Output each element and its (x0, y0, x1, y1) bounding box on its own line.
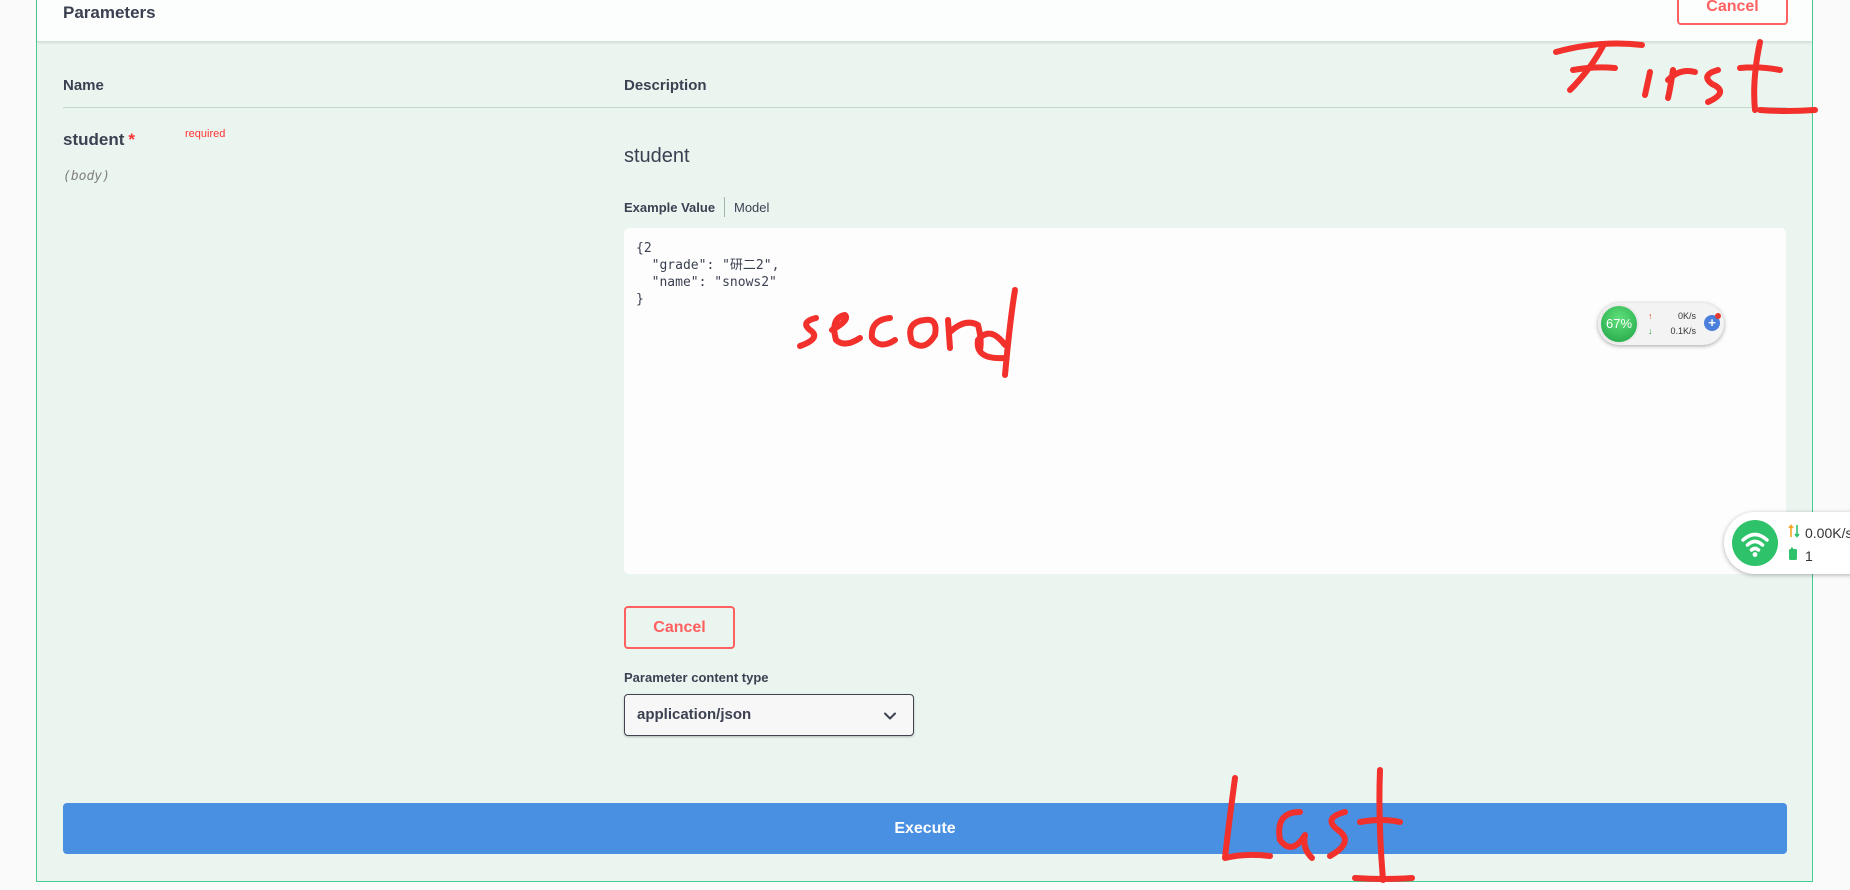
download-speed: 0.1K/s (1670, 326, 1696, 336)
tab-divider (724, 197, 725, 217)
parameters-header: Parameters Cancel (37, 0, 1812, 42)
header-divider (63, 107, 1787, 108)
wifi-device-row: 1 (1788, 547, 1813, 564)
wifi-device-count: 1 (1805, 548, 1813, 564)
arrow-down-icon: ↓ (1648, 326, 1653, 336)
parameter-location: (body) (63, 169, 110, 184)
parameter-name: student * (63, 130, 135, 150)
parameters-title: Parameters (63, 3, 156, 22)
content-type-label: Parameter content type (624, 670, 769, 685)
content-type-value: application/json (637, 706, 752, 723)
chevron-down-icon (883, 709, 897, 728)
cancel-try-out-button[interactable]: Cancel (1677, 0, 1788, 25)
operation-block: Parameters Cancel Name Description stude… (36, 0, 1813, 882)
upload-speed: 0K/s (1677, 311, 1696, 321)
request-body-editor[interactable] (624, 228, 1786, 574)
up-down-arrows-icon (1788, 524, 1802, 541)
parameter-description: student (624, 145, 690, 167)
wifi-speed-row: 0.00K/s (1788, 524, 1850, 541)
content-type-select[interactable]: application/json (624, 694, 914, 736)
cancel-edit-button[interactable]: Cancel (624, 606, 735, 649)
wifi-widget[interactable]: 0.00K/s 1 (1724, 512, 1850, 574)
phone-icon (1788, 547, 1802, 564)
required-label: required (185, 128, 226, 140)
parameter-name-text: student (63, 130, 125, 149)
speed-percent-ball: 67% (1599, 304, 1639, 344)
wifi-speed-value: 0.00K/s (1805, 525, 1850, 541)
notification-dot (1715, 313, 1721, 319)
required-star: * (128, 130, 136, 149)
tab-example-value[interactable]: Example Value (624, 200, 715, 215)
name-column-header: Name (63, 77, 104, 94)
description-column-header: Description (624, 77, 707, 94)
wifi-icon (1732, 520, 1778, 566)
arrow-up-icon: ↑ (1648, 311, 1653, 321)
execute-button[interactable]: Execute (63, 803, 1787, 854)
network-speed-widget[interactable]: 67% ↑ 0K/s ↓ 0.1K/s + (1598, 303, 1724, 345)
tab-model[interactable]: Model (734, 200, 769, 215)
